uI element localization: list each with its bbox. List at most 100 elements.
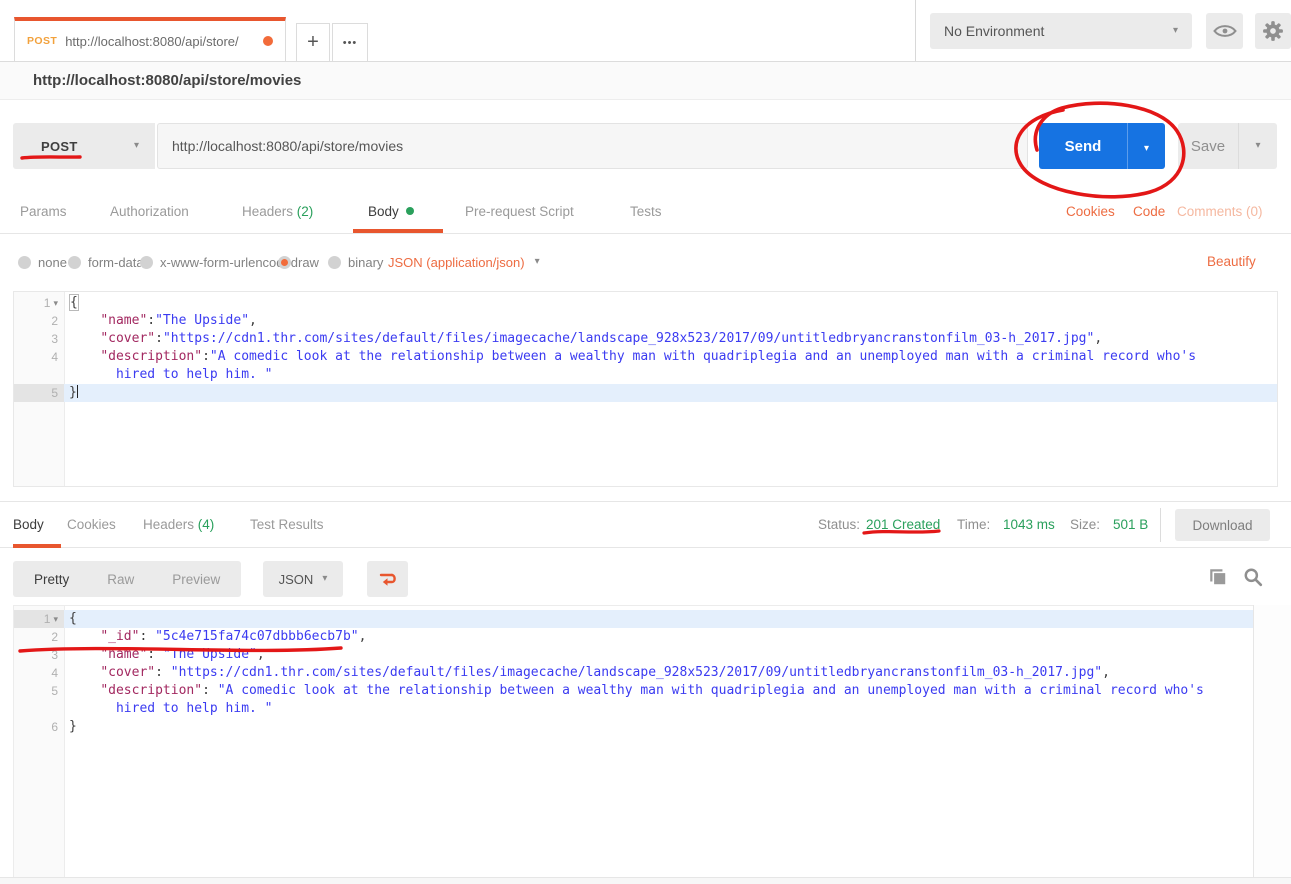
response-tab-headers[interactable]: Headers (4) (143, 502, 214, 548)
search-icon (1243, 567, 1263, 587)
body-mode-label: none (38, 255, 67, 270)
code-line[interactable]: 3 "name": "The Upside", (14, 646, 1253, 664)
body-mode-form-data[interactable]: form-data (68, 254, 144, 270)
view-mode-raw[interactable]: Raw (107, 572, 134, 587)
code-line[interactable]: 3 "cover":"https://cdn1.thr.com/sites/de… (14, 330, 1277, 348)
tab-tests[interactable]: Tests (630, 191, 662, 233)
code-line[interactable]: 2 "_id": "5c4e715fa74c07dbbb6ecb7b", (14, 628, 1253, 646)
chevron-down-icon: ▾ (322, 574, 327, 584)
tab-authorization[interactable]: Authorization (110, 191, 189, 233)
code-line[interactable]: 5 "description": "A comedic look at the … (14, 682, 1253, 700)
code-text: } (64, 384, 1277, 402)
send-button[interactable]: Send (1039, 123, 1127, 169)
active-tab-underline (353, 229, 443, 233)
method-selector[interactable]: POST ▾ (13, 123, 155, 169)
copy-icon (1208, 567, 1228, 587)
response-tab-headers-label: Headers (143, 517, 194, 532)
body-mode-label: binary (348, 255, 383, 270)
settings-button[interactable] (1255, 13, 1291, 49)
body-mode-label: form-data (88, 255, 144, 270)
code-link[interactable]: Code (1133, 191, 1165, 233)
status-value: 201 Created (866, 502, 940, 548)
request-title: http://localhost:8080/api/store/movies (0, 62, 1291, 100)
download-button[interactable]: Download (1175, 509, 1270, 541)
body-mode-urlencoded[interactable]: x-www-form-urlencoded (140, 254, 298, 270)
response-body-editor[interactable]: 1▾{2 "_id": "5c4e715fa74c07dbbb6ecb7b",3… (13, 605, 1253, 877)
response-header-bar: Body Cookies Headers (4) Test Results St… (0, 501, 1291, 548)
headers-count: (2) (297, 204, 314, 219)
method-selector-value: POST (41, 139, 134, 154)
body-mode-none[interactable]: none (18, 254, 67, 270)
save-options-button[interactable]: ▾ (1238, 123, 1277, 169)
tab-params[interactable]: Params (20, 191, 67, 233)
search-response-button[interactable] (1243, 567, 1263, 592)
body-mode-label: raw (298, 255, 319, 270)
radio-icon (328, 256, 341, 269)
line-number: 4 (14, 348, 64, 366)
line-number: 2 (14, 628, 64, 646)
copy-response-button[interactable] (1208, 567, 1228, 592)
comments-link[interactable]: Comments (0) (1177, 191, 1263, 233)
vertical-scrollbar[interactable] (1253, 605, 1291, 877)
response-headers-count: (4) (198, 517, 215, 532)
response-tab-cookies[interactable]: Cookies (67, 502, 116, 548)
tab-headers-label: Headers (242, 204, 293, 219)
tab-body[interactable]: Body (368, 191, 414, 233)
request-editor-rows: 1▾{2 "name":"The Upside",3 "cover":"http… (14, 292, 1277, 402)
line-number: 1▾ (14, 610, 64, 628)
send-options-button[interactable]: ▾ (1127, 123, 1165, 169)
new-tab-button[interactable]: + (296, 23, 330, 61)
request-tab[interactable]: POST http://localhost:8080/api/store/ (14, 17, 286, 61)
code-line[interactable]: 4 "cover": "https://cdn1.thr.com/sites/d… (14, 664, 1253, 682)
code-text: "_id": "5c4e715fa74c07dbbb6ecb7b", (64, 628, 1253, 646)
header-divider (915, 0, 916, 61)
fold-caret-icon[interactable]: ▾ (53, 294, 58, 312)
view-mode-pretty[interactable]: Pretty (34, 572, 69, 587)
gear-icon (1262, 20, 1284, 42)
code-text: { (64, 294, 1277, 312)
radio-icon (18, 256, 31, 269)
postman-window: POST http://localhost:8080/api/store/ + … (0, 0, 1291, 884)
code-text: "description":"A comedic look at the rel… (64, 348, 1277, 366)
environment-quicklook-button[interactable] (1206, 13, 1243, 49)
divider (1160, 508, 1161, 542)
code-line[interactable]: 1▾{ (14, 294, 1277, 312)
tab-pre-request-script[interactable]: Pre-request Script (465, 191, 574, 233)
code-line[interactable]: 2 "name":"The Upside", (14, 312, 1277, 330)
body-mode-raw[interactable]: raw (278, 254, 319, 270)
cookies-link[interactable]: Cookies (1066, 191, 1115, 233)
fold-caret-icon[interactable]: ▾ (53, 610, 58, 628)
ellipsis-icon: ••• (343, 37, 358, 49)
code-line[interactable]: 5} (14, 384, 1277, 402)
line-number: 5 (14, 384, 64, 402)
wrap-lines-icon (378, 571, 398, 587)
beautify-link[interactable]: Beautify (1207, 254, 1256, 270)
line-number: 1▾ (14, 294, 64, 312)
body-mode-binary[interactable]: binary (328, 254, 383, 270)
eye-icon (1213, 23, 1237, 39)
content-type-value: JSON (application/json) (388, 255, 525, 270)
save-button[interactable]: Save (1178, 123, 1238, 169)
code-text: "name":"The Upside", (64, 312, 1277, 330)
code-line[interactable]: hired to help him. " (14, 366, 1277, 384)
environment-selector[interactable]: No Environment ▾ (930, 13, 1192, 49)
request-body-editor[interactable]: 1▾{2 "name":"The Upside",3 "cover":"http… (13, 291, 1278, 487)
tab-body-label: Body (368, 204, 399, 219)
line-number: 6 (14, 718, 64, 736)
content-type-selector[interactable]: JSON (application/json) ▾ (388, 254, 540, 270)
response-tab-body[interactable]: Body (13, 502, 44, 548)
text-cursor (77, 385, 78, 398)
url-input[interactable] (157, 123, 1028, 169)
code-line[interactable]: hired to help him. " (14, 700, 1253, 718)
view-mode-preview[interactable]: Preview (172, 572, 220, 587)
chevron-down-icon: ▾ (535, 257, 540, 267)
response-tab-test-results[interactable]: Test Results (250, 502, 324, 548)
wrap-lines-button[interactable] (367, 561, 408, 597)
code-line[interactable]: 1▾{ (14, 610, 1253, 628)
code-line[interactable]: 4 "description":"A comedic look at the r… (14, 348, 1277, 366)
code-line[interactable]: 6} (14, 718, 1253, 736)
horizontal-scrollbar[interactable] (0, 877, 1291, 884)
tab-headers[interactable]: Headers (2) (242, 191, 313, 233)
response-format-selector[interactable]: JSON ▾ (263, 561, 343, 597)
more-tabs-button[interactable]: ••• (332, 23, 368, 61)
